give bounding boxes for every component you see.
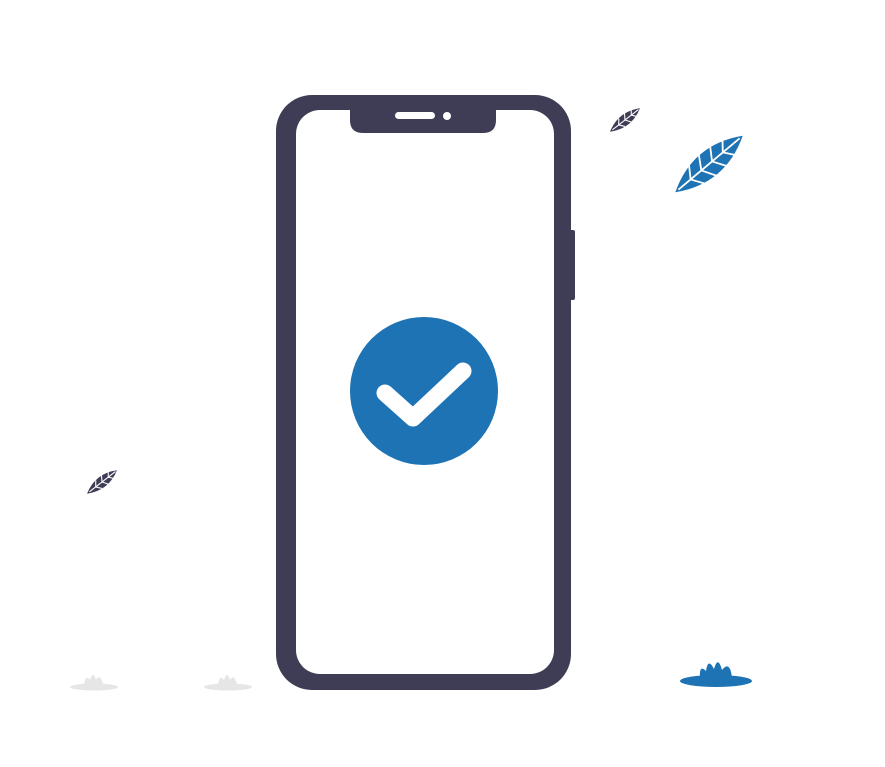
leaf-icon-large-blue — [675, 135, 743, 193]
success-illustration — [70, 95, 752, 691]
phone-notch — [350, 108, 496, 133]
phone-speaker — [395, 112, 435, 119]
leaf-icon-small-left — [87, 470, 117, 494]
leaf-icon-small-top — [610, 108, 640, 132]
grass-tuft-blue — [680, 662, 752, 687]
phone-camera — [443, 112, 451, 120]
grass-tuft-left — [70, 675, 118, 691]
check-circle — [350, 317, 498, 465]
grass-tuft-middle — [204, 675, 252, 691]
illustration-canvas — [0, 0, 885, 767]
check-circle-icon — [350, 317, 498, 465]
